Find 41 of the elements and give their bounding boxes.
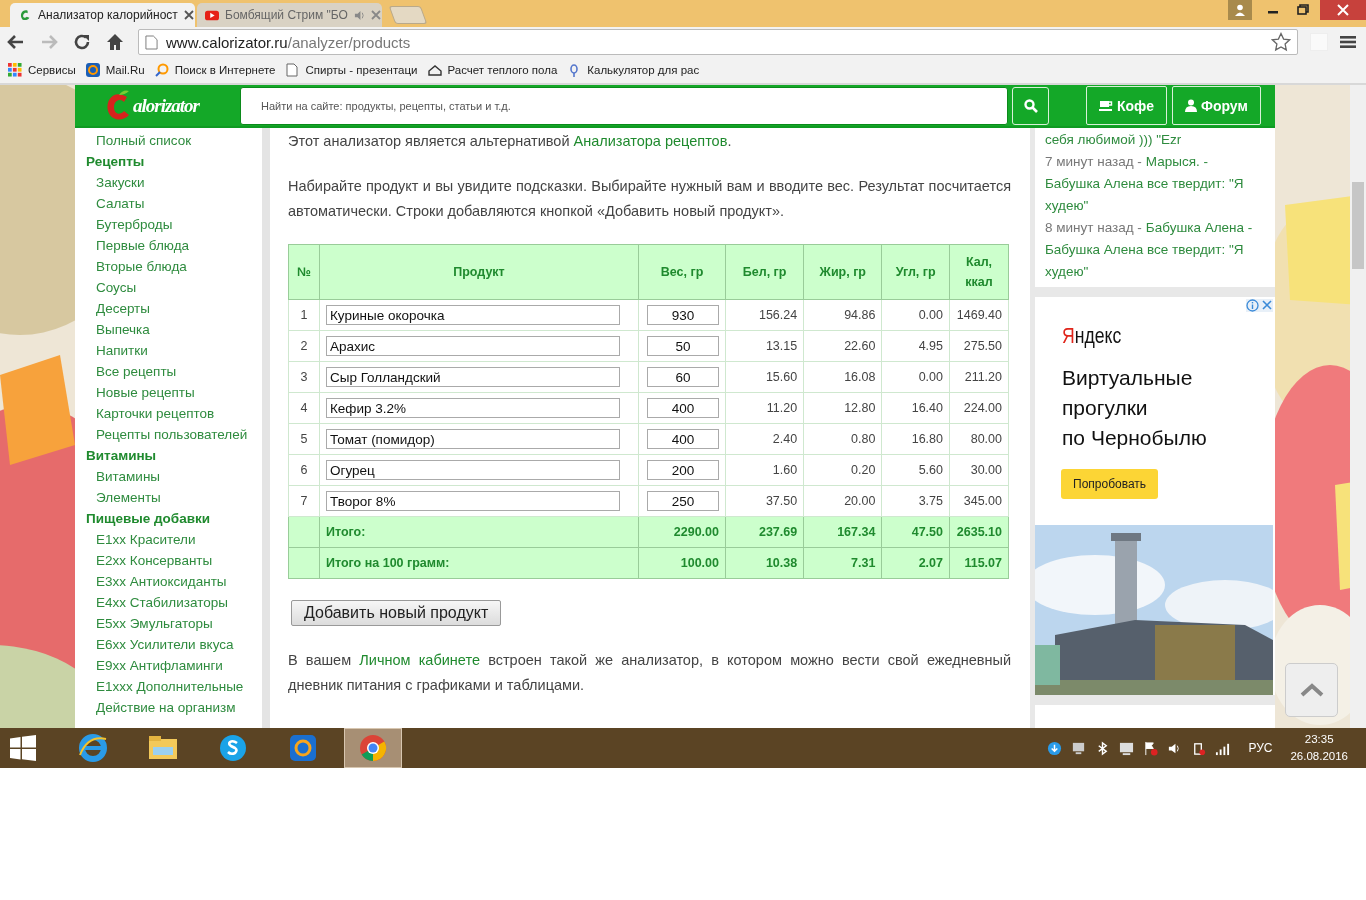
- page-icon: [145, 34, 158, 50]
- star-icon[interactable]: [1271, 32, 1291, 52]
- url-text: www.calorizator.ru/analyzer/products: [166, 33, 412, 51]
- at-sign-icon: [288, 733, 318, 763]
- user-button[interactable]: [1228, 0, 1252, 20]
- menu-icon[interactable]: [1340, 35, 1356, 49]
- page-icon: [285, 63, 300, 77]
- browser-tab[interactable]: Анализатор калорийност: [10, 3, 195, 27]
- bookmark[interactable]: Спирты - презентаци: [285, 63, 418, 77]
- tab-title: Анализатор калорийност: [38, 8, 178, 22]
- monitor-icon[interactable]: [1119, 740, 1135, 756]
- bookmark[interactable]: Расчет теплого пола: [427, 63, 558, 77]
- download-icon[interactable]: [1047, 740, 1063, 756]
- close-icon[interactable]: [183, 10, 194, 20]
- flag-icon[interactable]: [1143, 740, 1159, 756]
- apps-grid-icon: [8, 63, 22, 77]
- bookmark[interactable]: Калькулятор для рас: [567, 63, 700, 77]
- close-button[interactable]: [1320, 0, 1366, 20]
- monitor-icon[interactable]: [1071, 740, 1087, 756]
- clock-time: 23:35: [1304, 732, 1334, 747]
- clock-date: 26.08.2016: [1290, 749, 1348, 764]
- bookmark[interactable]: Mail.Ru: [85, 63, 145, 77]
- person-icon: [1234, 4, 1246, 16]
- play-icon: [205, 8, 219, 22]
- browser-tab[interactable]: Бомбящий Стрим "БО: [197, 3, 382, 27]
- reload-icon[interactable]: [72, 32, 92, 52]
- language-indicator[interactable]: РУС: [1248, 741, 1273, 755]
- browser-e-icon: [78, 733, 108, 763]
- chrome-icon: [358, 733, 388, 763]
- bookmark[interactable]: Сервисы: [8, 63, 76, 77]
- s-logo-icon: [218, 733, 248, 763]
- power-icon[interactable]: [1191, 740, 1207, 756]
- close-icon: [1337, 4, 1349, 16]
- start-button[interactable]: [10, 735, 36, 761]
- at-sign-icon: [85, 63, 100, 77]
- bookmark[interactable]: Поиск в Интернете: [154, 63, 276, 77]
- tab-title: Бомбящий Стрим "БО: [225, 8, 348, 22]
- house-icon: [427, 63, 442, 77]
- home-icon[interactable]: [105, 32, 125, 52]
- search-icon: [154, 63, 169, 77]
- address-bar[interactable]: www.calorizator.ru/analyzer/products: [138, 29, 1298, 55]
